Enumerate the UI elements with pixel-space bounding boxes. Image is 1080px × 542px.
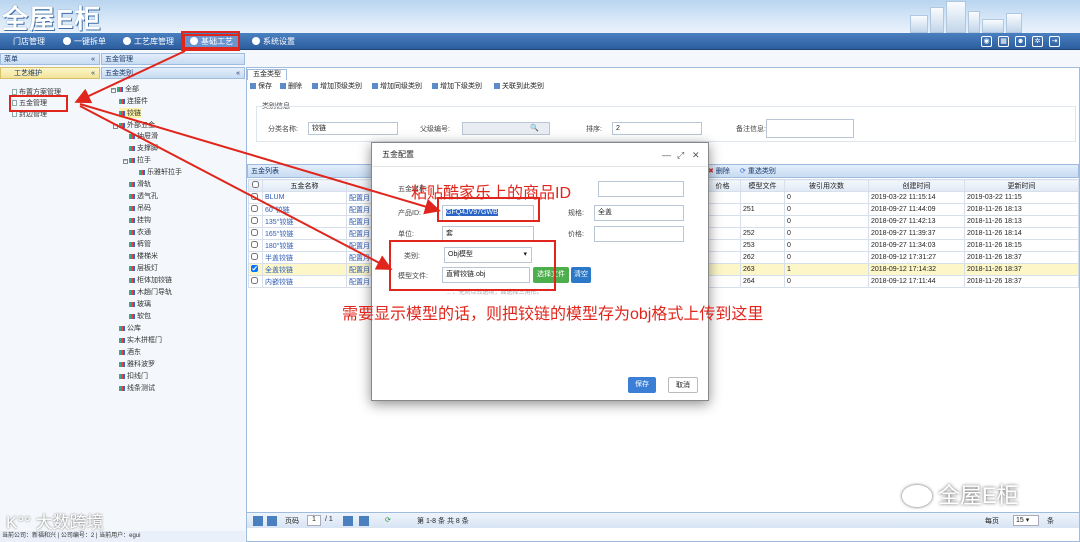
wechat-icon (902, 485, 932, 507)
logo-mark-icon: K°° (6, 513, 36, 532)
annotation-arrows (74, 50, 441, 270)
watermark-right: 全屋E柜 (902, 478, 1019, 510)
watermark-left: K°° 大数跨境 (6, 513, 104, 532)
